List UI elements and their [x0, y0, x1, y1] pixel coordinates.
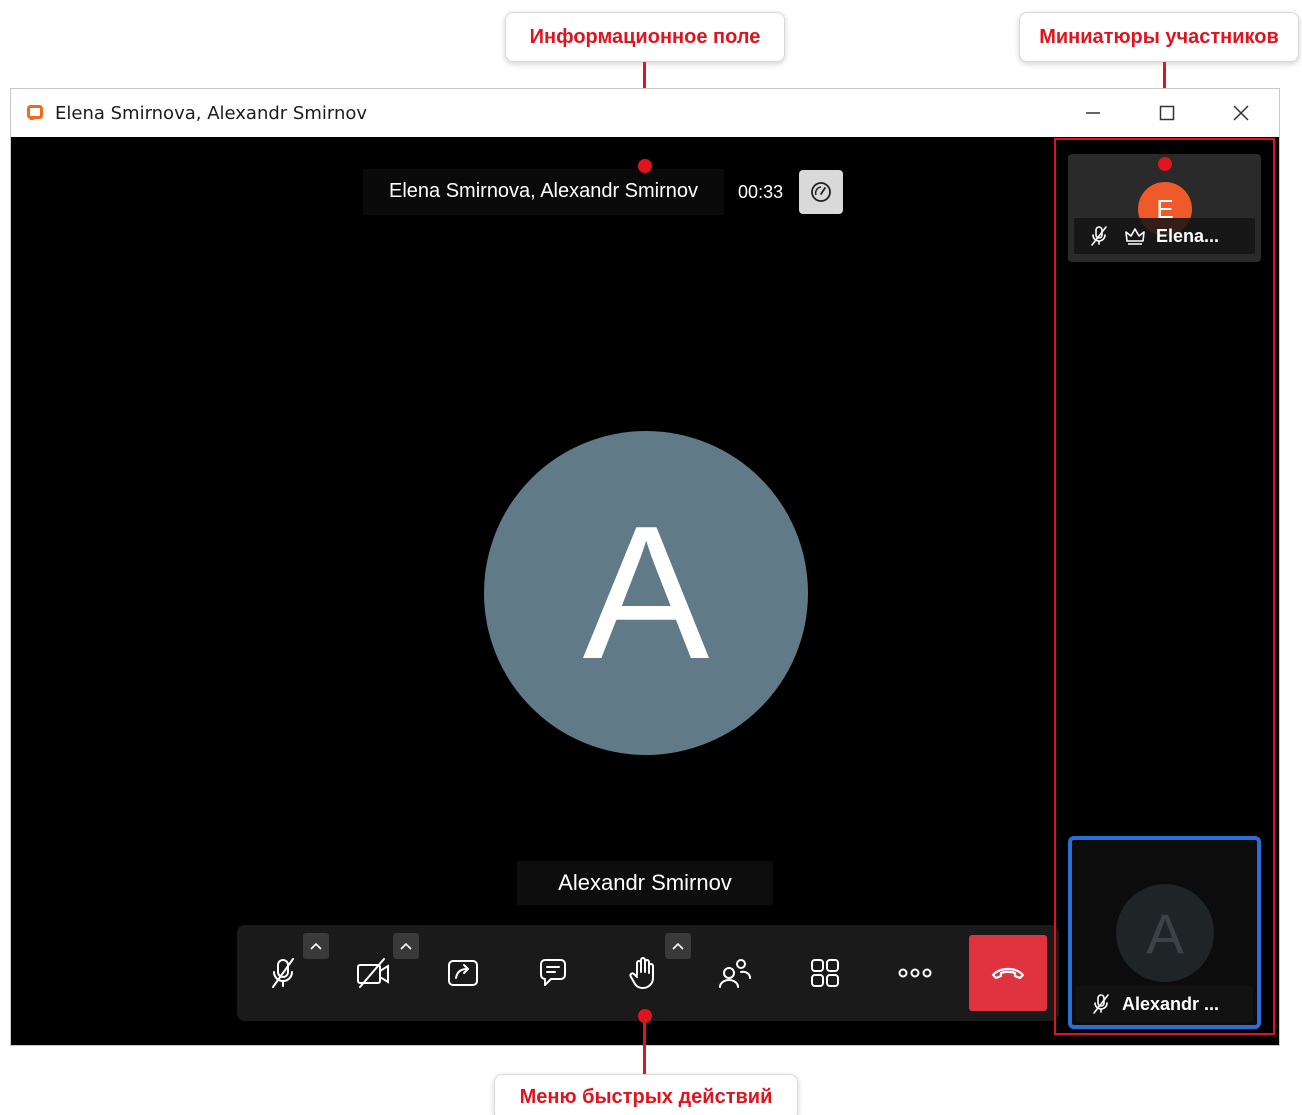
- call-timer: 00:33: [738, 181, 784, 202]
- camera-options-caret[interactable]: [393, 933, 419, 959]
- close-button[interactable]: [1221, 97, 1261, 129]
- participants-icon: [719, 959, 751, 988]
- participant-name: Elena...: [1156, 225, 1220, 246]
- connection-quality-button[interactable]: [799, 170, 844, 214]
- share-screen-icon: [448, 960, 478, 986]
- maximize-icon: [1159, 105, 1175, 121]
- participant-avatar: A: [1116, 884, 1214, 982]
- raise-hand-icon: [629, 957, 654, 989]
- window-title: Elena Smirnova, Alexandr Smirnov: [55, 103, 368, 124]
- speedometer-icon: [811, 182, 831, 202]
- callout-quick-actions-menu: Меню быстрых действий: [494, 1074, 798, 1115]
- crown-icon: [1125, 228, 1145, 245]
- thumbnail-caption: Elena...: [1074, 218, 1255, 254]
- callout-dot-thumbs: [1158, 157, 1172, 171]
- layout-button[interactable]: [785, 925, 865, 1021]
- layout-icon: [811, 959, 839, 987]
- screenshot-root: Информационное поле Миниатюры участников…: [0, 0, 1302, 1115]
- info-field: Elena Smirnova, Alexandr Smirnov 00:33: [363, 169, 844, 215]
- share-screen-button[interactable]: [423, 925, 503, 1021]
- title-bar: Elena Smirnova, Alexandr Smirnov: [11, 89, 1279, 137]
- callout-participant-thumbnails: Миниатюры участников: [1019, 12, 1299, 62]
- callout-info-field: Информационное поле: [505, 12, 785, 62]
- participant-thumbnail-2[interactable]: A Alexandr ...: [1068, 836, 1261, 1029]
- maximize-button[interactable]: [1147, 97, 1187, 129]
- camera-off-icon: [357, 958, 389, 988]
- callout-dot-info: [638, 159, 652, 173]
- raise-hand-options-caret[interactable]: [665, 933, 691, 959]
- end-call-button[interactable]: [969, 935, 1047, 1011]
- mic-off-icon: [1093, 994, 1109, 1014]
- callout-line-menu: [643, 1016, 646, 1074]
- chevron-up-icon: [400, 942, 412, 950]
- main-participant-avatar: A: [484, 431, 808, 755]
- active-speaker-name: Alexandr Smirnov: [517, 861, 773, 905]
- chat-icon: [540, 959, 566, 986]
- chevron-up-icon: [310, 942, 322, 950]
- participants-button[interactable]: [695, 925, 775, 1021]
- minimize-button[interactable]: [1073, 97, 1113, 129]
- chevron-up-icon: [672, 942, 684, 950]
- thumbnail-caption: Alexandr ...: [1076, 986, 1253, 1022]
- close-icon: [1233, 105, 1249, 121]
- minimize-icon: [1086, 112, 1100, 114]
- microphone-options-caret[interactable]: [303, 933, 329, 959]
- mic-off-icon: [272, 958, 294, 988]
- info-participant-names: Elena Smirnova, Alexandr Smirnov: [363, 169, 725, 215]
- more-icon: [898, 968, 932, 978]
- app-logo-icon: [27, 105, 43, 120]
- quick-actions-menu: [237, 925, 1059, 1021]
- chat-button[interactable]: [513, 925, 593, 1021]
- end-call-icon: [991, 967, 1025, 980]
- participant-name: Alexandr ...: [1122, 993, 1220, 1014]
- more-button[interactable]: [875, 925, 955, 1021]
- mic-off-icon: [1091, 226, 1107, 246]
